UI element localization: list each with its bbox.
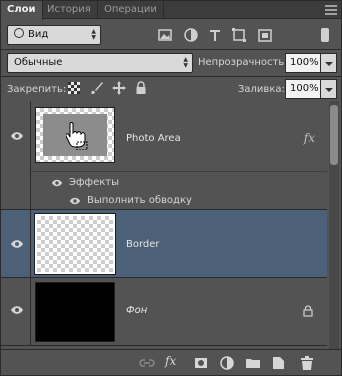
fill-input[interactable]: 100% (285, 79, 321, 99)
layers-scrollbar[interactable] (329, 101, 339, 349)
hand-cursor-icon (66, 122, 88, 150)
layers-list: Photo Area fx Эффекты Выполнить обводку … (1, 101, 341, 349)
effects-divider (31, 171, 327, 172)
blend-mode-dropdown[interactable]: Обычные ▲ ▼ (7, 53, 193, 73)
filter-kind-label: Вид (28, 29, 49, 40)
eye-icon[interactable] (10, 305, 24, 315)
fill-label: Заливка: (238, 84, 285, 95)
layer-fx-badge[interactable]: fx (304, 131, 315, 145)
layer-name[interactable]: Photo Area (126, 133, 181, 144)
opacity-slider-toggle[interactable] (321, 53, 337, 73)
fill-slider-toggle[interactable] (321, 79, 337, 99)
smart-object-filter-icon[interactable] (257, 27, 273, 43)
lock-all-icon[interactable] (135, 81, 147, 95)
stroke-effect-label[interactable]: Выполнить обводку (87, 195, 192, 206)
search-icon (14, 28, 24, 38)
image-filter-icon[interactable] (157, 27, 173, 43)
new-group-icon[interactable] (245, 355, 261, 371)
layers-panel: Слои История Операции Вид ▲ ▼ Обычные ▲ ▼ … (0, 0, 342, 376)
dropdown-arrows-icon: ▲ ▼ (91, 28, 96, 41)
layer-row-photo-area[interactable]: Photo Area fx Эффекты Выполнить обводку (1, 101, 327, 210)
layer-thumbnail (34, 213, 116, 275)
visibility-column (1, 101, 31, 210)
stroke-effect-eye-icon[interactable] (69, 196, 81, 206)
panel-menu-icon[interactable] (325, 5, 337, 15)
scrollbar-thumb[interactable] (330, 105, 338, 165)
layer-thumbnail (35, 107, 115, 163)
shape-filter-icon[interactable] (231, 27, 247, 43)
lock-label: Закрепить: (7, 84, 67, 95)
link-layers-icon[interactable] (139, 355, 155, 371)
opacity-input[interactable]: 100% (285, 53, 321, 73)
tab-actions[interactable]: Операции (98, 1, 164, 19)
layer-name[interactable]: Фон (126, 305, 147, 316)
layer-name[interactable]: Border (126, 239, 160, 250)
layer-row-background[interactable]: Фон (1, 278, 327, 346)
layer-thumbnail (35, 282, 115, 342)
eye-icon[interactable] (10, 239, 24, 249)
panel-tab-bar: Слои История Операции (1, 1, 341, 20)
filter-toggle[interactable] (321, 28, 329, 42)
tab-layers[interactable]: Слои (1, 1, 43, 20)
divider (1, 76, 341, 77)
eye-icon[interactable] (10, 131, 24, 141)
effects-label[interactable]: Эффекты (69, 177, 119, 188)
add-mask-icon[interactable] (193, 355, 209, 371)
blend-mode-value: Обычные (14, 57, 63, 68)
adjustment-layer-icon[interactable] (219, 355, 235, 371)
tab-history[interactable]: История (41, 1, 98, 19)
lock-image-icon[interactable] (90, 81, 104, 95)
trash-icon[interactable] (299, 355, 315, 371)
layer-row-border[interactable]: Border (1, 210, 327, 278)
filter-kind-dropdown[interactable]: Вид ▲ ▼ (7, 25, 101, 45)
new-layer-icon[interactable] (271, 355, 287, 371)
lock-icon (303, 305, 313, 317)
adjustment-filter-icon[interactable] (183, 27, 199, 43)
dropdown-arrows-icon: ▲ ▼ (183, 56, 188, 69)
lock-position-icon[interactable] (111, 80, 127, 96)
type-filter-icon[interactable] (207, 27, 223, 43)
layers-bottom-toolbar: fx (1, 349, 341, 375)
effects-eye-icon[interactable] (51, 178, 63, 188)
divider (1, 49, 341, 50)
lock-transparent-icon[interactable] (68, 82, 80, 94)
opacity-label: Непрозрачность: (198, 57, 288, 68)
fx-icon[interactable]: fx (165, 354, 181, 370)
